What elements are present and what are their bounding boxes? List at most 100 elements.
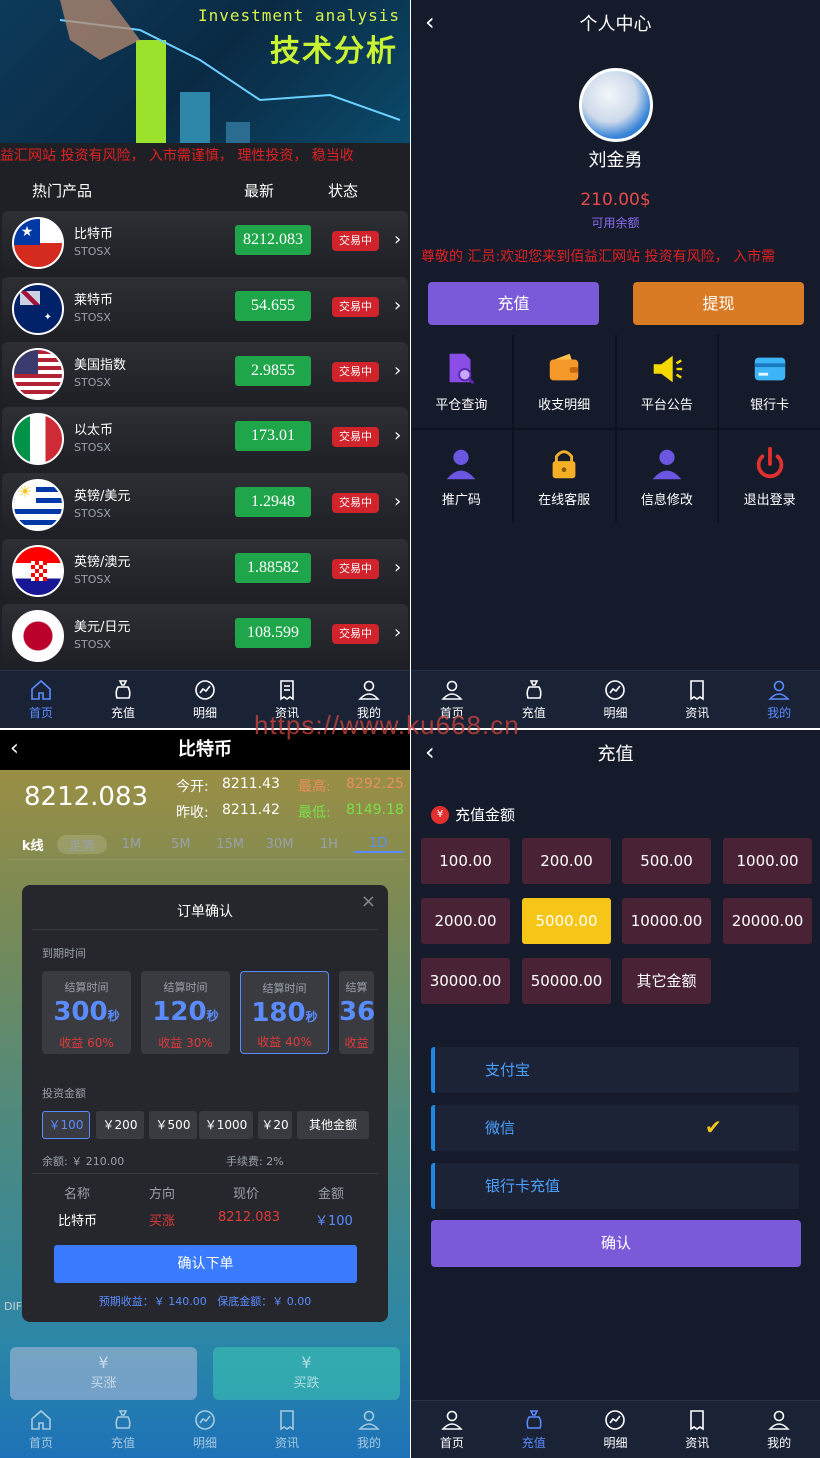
- back-arrow-icon[interactable]: ‹: [425, 738, 435, 766]
- menu-income-expense[interactable]: 收支明细: [513, 335, 615, 428]
- bottom-tab-bar: 首页 充值 明细 资讯 我的: [0, 1400, 410, 1458]
- tab-mine[interactable]: 我的: [328, 1400, 410, 1458]
- yen-icon: ¥: [301, 1353, 312, 1372]
- watermark-text: https://www.ku668.cn: [254, 710, 520, 740]
- duration-card-selected[interactable]: 结算时间 180秒 收益 40%: [240, 971, 329, 1054]
- header-status: 状态: [328, 182, 359, 200]
- menu-edit-info[interactable]: 信息修改: [616, 430, 718, 523]
- tab-recharge[interactable]: 充值: [82, 1400, 164, 1458]
- status-badge: 交易中: [332, 362, 379, 382]
- amount-option[interactable]: 10000.00: [622, 898, 711, 944]
- tab-details[interactable]: 明细: [164, 671, 246, 728]
- chevron-right-icon: ›: [394, 491, 402, 512]
- check-icon: ✔: [705, 1115, 722, 1139]
- amount-option[interactable]: 500.00: [622, 838, 711, 884]
- amount-option[interactable]: ￥1000: [199, 1111, 253, 1139]
- amount-option[interactable]: ￥500: [149, 1111, 197, 1139]
- back-arrow-icon[interactable]: ‹: [425, 8, 435, 36]
- buy-down-button[interactable]: ¥ 买跌: [213, 1347, 400, 1400]
- duration-card[interactable]: 结算 36 收益: [339, 971, 374, 1054]
- tab-details[interactable]: 明细: [575, 671, 657, 728]
- amount-option[interactable]: ￥20: [258, 1111, 292, 1139]
- tab-label: 资讯: [274, 1435, 299, 1450]
- tab-kline[interactable]: k线: [8, 835, 57, 854]
- power-icon: [756, 446, 783, 479]
- tab-home[interactable]: 首页: [0, 1400, 82, 1458]
- amount-option-selected[interactable]: ￥100: [42, 1111, 90, 1139]
- product-row[interactable]: 美元/日元 STOSX 108.599 交易中 ›: [2, 604, 408, 664]
- menu-logout[interactable]: 退出登录: [719, 430, 820, 523]
- menu-bank-card[interactable]: 银行卡: [719, 335, 820, 428]
- tab-label: 资讯: [685, 1436, 710, 1450]
- product-row[interactable]: ✦ 莱特币 STOSX 54.655 交易中 ›: [2, 277, 408, 337]
- close-icon[interactable]: ×: [361, 891, 376, 912]
- product-price: 173.01: [235, 421, 311, 451]
- market-panel: Investment analysis 技术分析 益汇网站 投资有风险， 入市需…: [0, 0, 410, 728]
- product-code: STOSX: [74, 507, 111, 520]
- recharge-button[interactable]: 充值: [428, 282, 599, 325]
- menu-announcement[interactable]: 平台公告: [616, 335, 718, 428]
- card-profit: 收益: [344, 1036, 369, 1050]
- high-label: 最高:: [298, 779, 331, 795]
- product-row[interactable]: 英镑/澳元 STOSX 1.88582 交易中 ›: [2, 539, 408, 599]
- payment-bank-card[interactable]: 银行卡充值: [431, 1163, 799, 1209]
- tab-30m[interactable]: 30M: [255, 837, 304, 852]
- confirm-order-button[interactable]: 确认下单: [54, 1245, 357, 1283]
- menu-label: 平仓查询: [435, 398, 488, 413]
- amount-option[interactable]: 50000.00: [522, 958, 611, 1004]
- menu-close-position-query[interactable]: 平仓查询: [411, 335, 512, 428]
- confirm-button[interactable]: 确认: [431, 1220, 801, 1267]
- tab-news[interactable]: 资讯: [656, 1401, 738, 1458]
- amount-option[interactable]: 2000.00: [421, 898, 510, 944]
- tab-5m[interactable]: 5M: [156, 837, 205, 852]
- header-product: 热门产品: [32, 182, 93, 200]
- tab-details[interactable]: 明细: [164, 1400, 246, 1458]
- back-arrow-icon[interactable]: ‹: [10, 736, 19, 761]
- buy-up-button[interactable]: ¥ 买涨: [10, 1347, 197, 1400]
- bottom-tab-bar: 首页 充值 明细 资讯 我的: [411, 1400, 820, 1458]
- tab-mine[interactable]: 我的: [738, 1401, 820, 1458]
- product-row[interactable]: ★ 比特币 STOSX 8212.083 交易中 ›: [2, 211, 408, 271]
- payment-wechat[interactable]: 微信: [431, 1105, 799, 1151]
- tab-mine[interactable]: 我的: [738, 671, 820, 728]
- low-label: 最低:: [298, 805, 331, 821]
- product-row[interactable]: 美国指数 STOSX 2.9855 交易中 ›: [2, 342, 408, 402]
- menu-promo-code[interactable]: 推广码: [411, 430, 512, 523]
- amount-option[interactable]: 1000.00: [723, 838, 812, 884]
- tab-trend[interactable]: 走势: [57, 835, 107, 854]
- tab-recharge[interactable]: 充值: [82, 671, 164, 728]
- tab-recharge[interactable]: 充值: [493, 1401, 575, 1458]
- withdraw-button[interactable]: 提现: [633, 282, 804, 325]
- amount-option[interactable]: ￥200: [96, 1111, 144, 1139]
- card-profit: 收益 40%: [257, 1035, 312, 1049]
- tab-home[interactable]: 首页: [0, 671, 82, 728]
- payment-alipay[interactable]: 支付宝: [431, 1047, 799, 1093]
- banner[interactable]: Investment analysis 技术分析: [0, 0, 410, 143]
- tab-15m[interactable]: 15M: [206, 837, 255, 852]
- tab-details[interactable]: 明细: [575, 1401, 657, 1458]
- tab-news[interactable]: 资讯: [656, 671, 738, 728]
- tab-news[interactable]: 资讯: [246, 1400, 328, 1458]
- amount-option[interactable]: 200.00: [522, 838, 611, 884]
- product-row[interactable]: ☀ 英镑/美元 STOSX 1.2948 交易中 ›: [2, 473, 408, 533]
- chevron-right-icon: ›: [394, 229, 402, 250]
- amount-option[interactable]: 30000.00: [421, 958, 510, 1004]
- amount-option[interactable]: 20000.00: [723, 898, 812, 944]
- open-value: 8211.43: [222, 776, 280, 792]
- menu-online-service[interactable]: 在线客服: [513, 430, 615, 523]
- user-icon: [441, 1410, 463, 1430]
- tab-1m[interactable]: 1M: [107, 837, 156, 852]
- duration-card[interactable]: 结算时间 120秒 收益 30%: [141, 971, 230, 1054]
- other-amount-option[interactable]: 其它金额: [622, 958, 711, 1004]
- fee-text: 手续费: 2%: [226, 1155, 284, 1168]
- amount-option-selected[interactable]: 5000.00: [522, 898, 611, 944]
- tab-1d[interactable]: 1D: [353, 836, 403, 853]
- tab-1h[interactable]: 1H: [304, 837, 353, 852]
- product-row[interactable]: 以太币 STOSX 173.01 交易中 ›: [2, 407, 408, 467]
- amount-option[interactable]: 100.00: [421, 838, 510, 884]
- duration-card[interactable]: 结算时间 300秒 收益 60%: [42, 971, 131, 1054]
- avatar[interactable]: [579, 68, 653, 142]
- tab-home[interactable]: 首页: [411, 1401, 493, 1458]
- other-amount-button[interactable]: 其他金额: [297, 1111, 369, 1139]
- high-value: 8292.25: [346, 776, 404, 792]
